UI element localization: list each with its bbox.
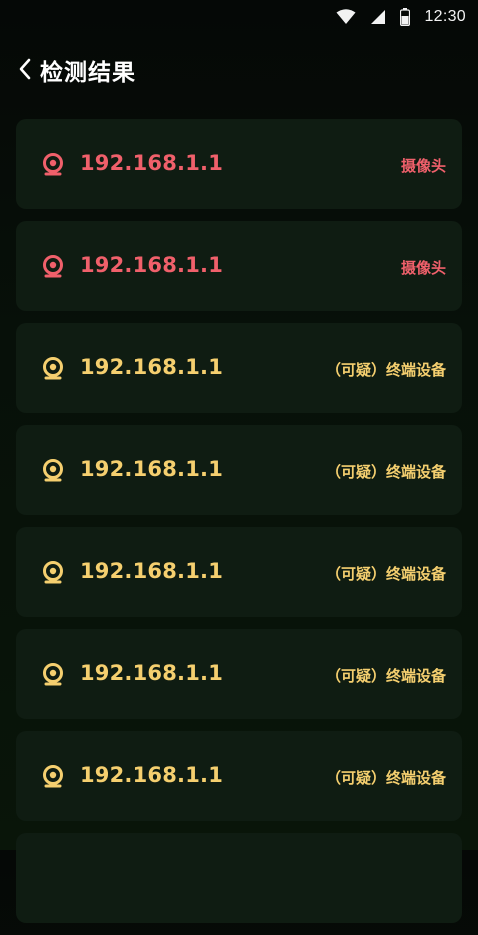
page-title: 检测结果 [40, 60, 136, 86]
status-time: 12:30 [424, 8, 466, 25]
back-button[interactable] [12, 54, 38, 84]
result-item[interactable]: 192.168.1.1 （可疑）终端设备 [16, 425, 462, 515]
device-type-label: （可疑）终端设备 [325, 463, 446, 481]
device-type-label: 摄像头 [400, 259, 446, 277]
device-type-label: （可疑）终端设备 [325, 361, 446, 379]
device-type-label: （可疑）终端设备 [325, 667, 446, 685]
device-ip: 192.168.1.1 [80, 457, 224, 481]
webcam-icon [41, 561, 65, 585]
result-item[interactable]: 192.168.1.1 （可疑）终端设备 [16, 629, 462, 719]
result-list: 192.168.1.1 摄像头 192.168.1.1 摄像头 192.168.1.1 （… [16, 119, 462, 935]
device-type-label: （可疑）终端设备 [325, 565, 446, 583]
webcam-icon [41, 765, 65, 789]
webcam-icon [41, 153, 65, 177]
webcam-icon [41, 459, 65, 483]
result-item[interactable]: 192.168.1.1 摄像头 [16, 221, 462, 311]
wifi-icon [336, 9, 356, 25]
chevron-left-icon [18, 58, 32, 80]
result-item[interactable]: 192.168.1.1 （可疑）终端设备 [16, 323, 462, 413]
device-ip: 192.168.1.1 [80, 355, 224, 379]
webcam-icon [41, 663, 65, 687]
cellular-signal-icon [370, 9, 386, 25]
battery-icon [400, 8, 411, 26]
device-ip: 192.168.1.1 [80, 559, 224, 583]
device-type-label: 摄像头 [400, 157, 446, 175]
device-ip: 192.168.1.1 [80, 763, 224, 787]
result-item[interactable]: 192.168.1.1 （可疑）终端设备 [16, 731, 462, 821]
top-app-bar: 检测结果 [0, 50, 478, 88]
device-type-label: （可疑）终端设备 [325, 769, 446, 787]
device-ip: 192.168.1.1 [80, 151, 224, 175]
device-ip: 192.168.1.1 [80, 661, 224, 685]
device-ip: 192.168.1.1 [80, 253, 224, 277]
webcam-icon [41, 357, 65, 381]
webcam-icon [41, 255, 65, 279]
status-bar: 12:30 [0, 0, 478, 34]
result-item[interactable]: 192.168.1.1 摄像头 [16, 119, 462, 209]
result-item[interactable]: 192.168.1.1 （可疑）终端设备 [16, 527, 462, 617]
result-item-partial[interactable] [16, 833, 462, 923]
